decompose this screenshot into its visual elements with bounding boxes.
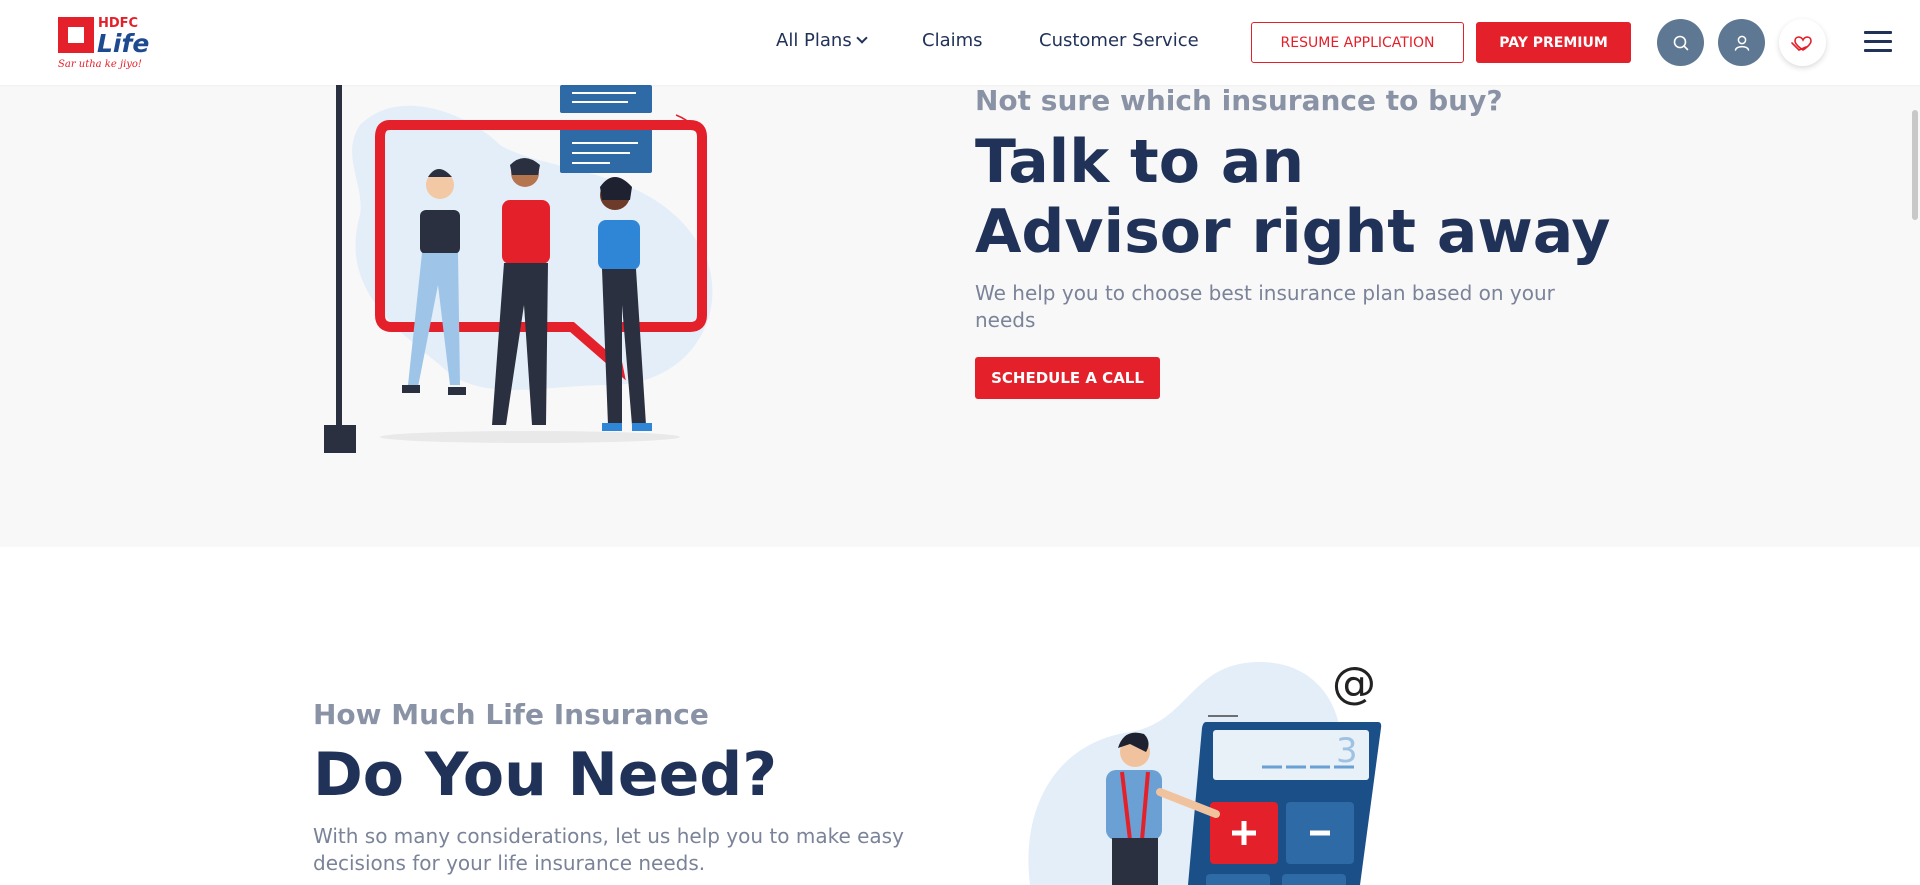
- advisor-description: We help you to choose best insurance pla…: [975, 281, 1555, 332]
- chevron-down-icon: [856, 32, 868, 44]
- advisor-title-line2: Advisor right away: [975, 197, 1611, 267]
- advisor-section: [0, 85, 1920, 547]
- care-button[interactable]: [1779, 19, 1826, 66]
- page-scrollbar[interactable]: [1912, 110, 1918, 220]
- advisor-subtitle: Not sure which insurance to buy?: [975, 84, 1503, 117]
- resume-application-button[interactable]: RESUME APPLICATION: [1251, 22, 1464, 63]
- logo-tagline: Sar utha ke jiyo!: [58, 59, 142, 70]
- site-header: HDFC Life Sar utha ke jiyo! All Plans Cl…: [0, 0, 1920, 85]
- at-symbol: @: [1332, 658, 1376, 709]
- advisor-title: Talk to an Advisor right away: [975, 127, 1611, 267]
- user-account-button[interactable]: [1718, 19, 1765, 66]
- nav-all-plans-label: All Plans: [776, 30, 852, 51]
- advisor-title-line1: Talk to an: [975, 127, 1305, 197]
- calculator-display: 3: [1336, 731, 1358, 771]
- calculator-illustration: @ 3: [1028, 658, 1382, 885]
- hamburger-menu-icon[interactable]: [1864, 31, 1892, 53]
- schedule-call-button[interactable]: SCHEDULE A CALL: [975, 357, 1160, 399]
- logo-brand-main: Life: [97, 29, 150, 58]
- calculator-title: Do You Need?: [313, 740, 778, 810]
- nav-customer-service[interactable]: Customer Service: [1039, 30, 1199, 51]
- heart-hand-icon: [1790, 35, 1812, 51]
- search-icon: [1673, 35, 1688, 50]
- advisor-illustration: [324, 85, 713, 453]
- nav-all-plans[interactable]: All Plans: [776, 30, 868, 51]
- user-icon: [1734, 35, 1749, 51]
- nav-claims[interactable]: Claims: [922, 30, 983, 51]
- calculator-description: With so many considerations, let us help…: [313, 824, 904, 875]
- calculator-subtitle: How Much Life Insurance: [313, 698, 709, 731]
- pay-premium-button[interactable]: PAY PREMIUM: [1476, 22, 1631, 63]
- logo-mark: [58, 17, 94, 53]
- hdfc-life-logo[interactable]: HDFC Life Sar utha ke jiyo!: [56, 15, 150, 73]
- search-button[interactable]: [1657, 19, 1704, 66]
